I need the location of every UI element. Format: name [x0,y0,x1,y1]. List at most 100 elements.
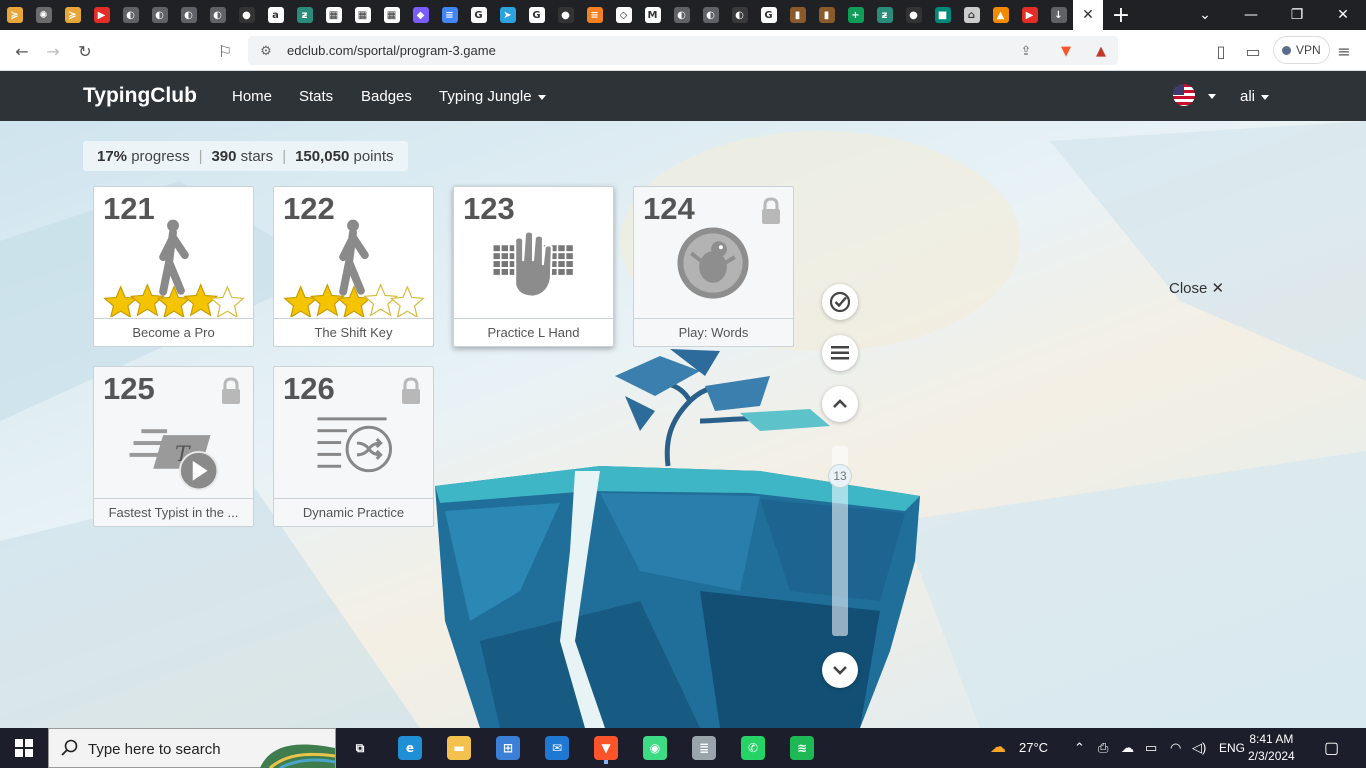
language-chevron-down-icon[interactable] [1208,94,1216,99]
tab-search-icon[interactable]: ⌄ [1182,0,1228,30]
brave-rewards-icon[interactable]: ▲ [1091,41,1111,61]
task-view-icon[interactable]: ⧉ [348,736,372,760]
weather-temp[interactable]: 27°C [1019,740,1048,755]
browser-tab[interactable]: ◐ [145,0,174,30]
browser-tab[interactable]: ≽ [58,0,87,30]
new-tab-button[interactable]: + [1103,0,1139,30]
browser-tab[interactable]: ▮ [812,0,841,30]
lesson-card-124[interactable]: 124 Play: Words [633,186,794,347]
clock[interactable]: 8:41 AM 2/3/2024 [1248,731,1295,765]
lesson-card-125[interactable]: 125 T Fastest Typist in the ... [93,366,254,527]
window-close-icon[interactable]: ✕ [1320,0,1366,30]
scroll-down-button[interactable] [822,652,858,688]
browser-menu-icon[interactable]: ≡ [1331,38,1357,64]
android-icon[interactable]: ◉ [643,736,667,760]
address-bar[interactable]: ⚙ edclub.com/sportal/program-3.game ⇪ ▼ … [248,36,1118,65]
active-browser-tab[interactable]: ✕ [1073,0,1103,30]
user-menu[interactable]: ali [1240,88,1270,105]
lesson-card-126[interactable]: 126 Dynamic Practice [273,366,434,527]
browser-tab[interactable]: + [841,0,870,30]
browser-tab[interactable]: ● [551,0,580,30]
browser-tab[interactable]: ƶ [870,0,899,30]
brave-shields-icon[interactable]: ▼ [1056,41,1076,61]
sidebar-toggle-icon[interactable]: ▯ [1208,38,1234,64]
brave-icon[interactable]: ▼ [594,736,618,760]
close-icon[interactable]: ✕ [1080,7,1096,23]
menu-button[interactable] [822,335,858,371]
browser-tab[interactable]: ◐ [696,0,725,30]
browser-tab[interactable]: ⌂ [957,0,986,30]
tray-chevron-up-icon[interactable]: ⌃ [1074,740,1085,756]
browser-tab[interactable]: ◇ [609,0,638,30]
browser-tab[interactable]: ▦ [348,0,377,30]
battery-icon[interactable]: ▭ [1145,740,1157,756]
database-icon[interactable]: ≣ [692,736,716,760]
browser-tab[interactable]: ƶ [290,0,319,30]
close-button[interactable]: Close ✕ [1169,279,1224,297]
browser-tab[interactable]: ◐ [174,0,203,30]
url-text[interactable]: edclub.com/sportal/program-3.game [287,43,496,58]
wallet-icon[interactable]: ▭ [1240,38,1266,64]
store-icon[interactable]: ⊞ [496,736,520,760]
browser-tab[interactable]: ↓ [1044,0,1073,30]
browser-tab[interactable]: ▲ [986,0,1015,30]
edge-icon[interactable]: e [398,736,422,760]
browser-tab[interactable]: ● [899,0,928,30]
nav-typing-jungle[interactable]: Typing Jungle [439,88,546,105]
scroll-up-button[interactable] [822,386,858,422]
reload-icon[interactable]: ↻ [72,38,98,64]
back-icon[interactable]: ← [9,38,35,64]
restore-icon[interactable]: ❐ [1274,0,1320,30]
browser-tab[interactable]: ▶ [87,0,116,30]
whatsapp-icon[interactable]: ✆ [741,736,765,760]
browser-tab[interactable]: ▮ [783,0,812,30]
nav-stats[interactable]: Stats [299,88,333,105]
browser-tab[interactable]: G [754,0,783,30]
taskbar-search[interactable]: Type here to search [48,728,336,768]
site-settings-icon[interactable]: ⚙ [256,41,276,61]
browser-tab[interactable]: ◐ [667,0,696,30]
browser-tab[interactable]: ▦ [319,0,348,30]
bookmark-icon[interactable]: ⚐ [212,38,238,64]
browser-tab[interactable]: G [522,0,551,30]
browser-tab[interactable]: a [261,0,290,30]
mail-icon[interactable]: ✉ [545,736,569,760]
browser-tab[interactable]: ➤ [493,0,522,30]
vpn-button[interactable]: VPN [1273,36,1330,64]
browser-tab[interactable]: ≡ [435,0,464,30]
completed-check-button[interactable] [822,284,858,320]
onedrive-icon[interactable]: ☁ [1121,740,1134,756]
file-explorer-icon[interactable]: ▬ [447,736,471,760]
notifications-icon[interactable]: ▢ [1324,738,1339,758]
us-flag-icon[interactable] [1173,84,1195,106]
nav-home[interactable]: Home [232,88,272,105]
browser-tab[interactable]: ◐ [725,0,754,30]
browser-tab[interactable]: ◐ [116,0,145,30]
lesson-card-121[interactable]: 121 Become a Pro [93,186,254,347]
share-icon[interactable]: ⇪ [1016,41,1036,61]
browser-tab[interactable]: ✺ [29,0,58,30]
browser-tab[interactable]: ▦ [377,0,406,30]
start-button[interactable] [0,728,48,768]
tray-app-icon[interactable]: ⎙ [1098,740,1108,756]
browser-tab[interactable]: ◆ [406,0,435,30]
weather-icon[interactable]: ☁ [990,737,1006,757]
lesson-card-122[interactable]: 122 The Shift Key [273,186,434,347]
volume-icon[interactable]: ◁) [1192,740,1206,756]
spotify-icon[interactable]: ≋ [790,736,814,760]
nav-badges[interactable]: Badges [361,88,412,105]
browser-tab[interactable]: ● [232,0,261,30]
wifi-icon[interactable]: ◠ [1170,740,1181,756]
browser-tab[interactable]: ≽ [0,0,29,30]
lesson-card-123[interactable]: 123 Practice L Hand [453,186,614,347]
browser-tab[interactable]: ▶ [1015,0,1044,30]
browser-tab[interactable]: M [638,0,667,30]
forward-icon[interactable]: → [40,38,66,64]
brand-logo[interactable]: TypingClub [83,84,197,108]
minimize-icon[interactable]: — [1228,0,1274,30]
language-indicator[interactable]: ENG [1219,741,1245,755]
browser-tab[interactable]: ◐ [203,0,232,30]
browser-tab[interactable]: ≡ [580,0,609,30]
browser-tab[interactable]: ■ [928,0,957,30]
browser-tab[interactable]: G [464,0,493,30]
